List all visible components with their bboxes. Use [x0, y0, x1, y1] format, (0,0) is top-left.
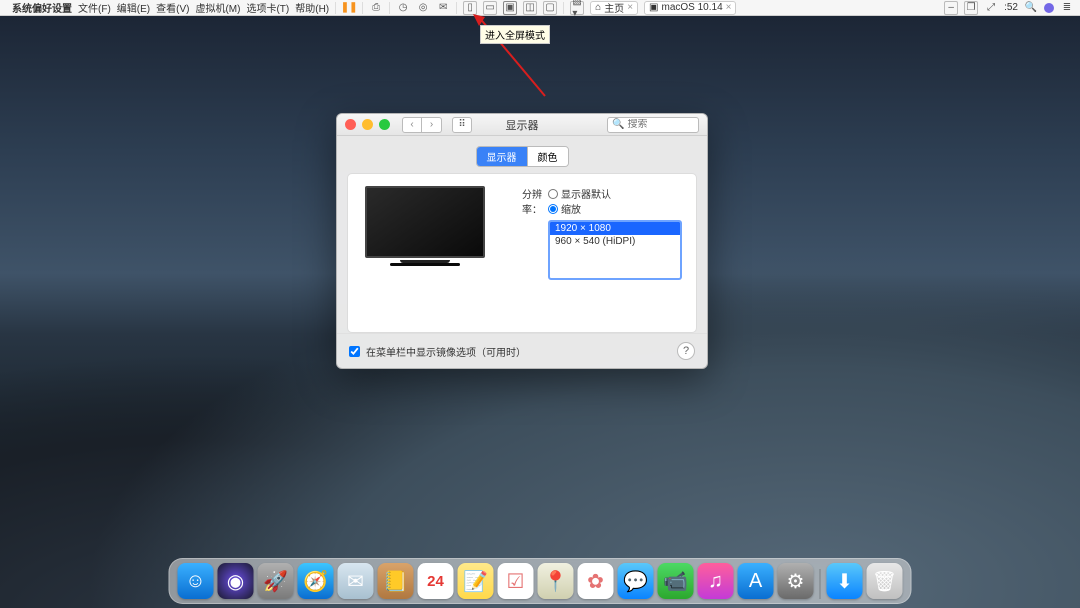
- menu-vm[interactable]: 虚拟机(M): [195, 0, 240, 15]
- back-button[interactable]: ‹: [402, 117, 422, 133]
- fullscreen-icon[interactable]: ▣: [503, 1, 517, 15]
- display-dropdown-icon[interactable]: ▧ ▾: [570, 1, 584, 15]
- help-button[interactable]: ?: [677, 342, 695, 360]
- expand-icon[interactable]: ⤢: [984, 1, 998, 15]
- close-icon[interactable]: ×: [726, 2, 732, 13]
- mirror-checkbox[interactable]: [349, 346, 360, 357]
- layout4-icon[interactable]: ▢: [543, 1, 557, 15]
- resolution-list[interactable]: 1920 × 1080 960 × 540 (HiDPI): [548, 220, 682, 280]
- clock-text: :52: [1004, 2, 1018, 13]
- tab-macos[interactable]: ▣macOS 10.14×: [644, 1, 736, 15]
- search-field[interactable]: 🔍: [607, 117, 699, 133]
- display-pane: 分辨率： 显示器默认 缩放 1920 × 1080 960 × 540 (HiD…: [347, 173, 697, 333]
- dock-photos[interactable]: ✿: [578, 563, 614, 599]
- dock-appstore[interactable]: A: [738, 563, 774, 599]
- tab-home[interactable]: ⌂主页×: [590, 1, 638, 15]
- dock-facetime[interactable]: 📹: [658, 563, 694, 599]
- minimize-window-button[interactable]: [362, 119, 373, 130]
- window-titlebar[interactable]: ‹ › ⠿ 显示器 🔍: [337, 114, 707, 136]
- camera-icon[interactable]: ◎: [416, 1, 430, 15]
- layout1-icon[interactable]: ▯: [463, 1, 477, 15]
- zoom-window-button[interactable]: [379, 119, 390, 130]
- minimize-icon[interactable]: –: [944, 1, 958, 15]
- dock-siri[interactable]: ◉: [218, 563, 254, 599]
- window-footer: 在菜单栏中显示镜像选项（可用时） ?: [337, 333, 707, 368]
- tab-display[interactable]: 显示器: [477, 147, 527, 166]
- vm-icon: ▣: [649, 2, 658, 13]
- dock-itunes[interactable]: ♫: [698, 563, 734, 599]
- show-all-button[interactable]: ⠿: [452, 117, 472, 133]
- radio-default[interactable]: 显示器默认: [548, 186, 682, 201]
- dock-trash[interactable]: 🗑: [867, 563, 903, 599]
- radio-scaled[interactable]: 缩放: [548, 201, 682, 216]
- printer-icon[interactable]: ⎙: [369, 1, 383, 15]
- fullscreen-tooltip: 进入全屏模式: [480, 25, 550, 44]
- system-preferences-window: ‹ › ⠿ 显示器 🔍 显示器 颜色 分辨率： 显示器默认: [336, 113, 708, 369]
- dock-messages[interactable]: 💬: [618, 563, 654, 599]
- chat-icon[interactable]: ✉: [436, 1, 450, 15]
- home-icon: ⌂: [595, 2, 601, 13]
- search-input[interactable]: [627, 119, 694, 130]
- close-window-button[interactable]: [345, 119, 356, 130]
- search-icon[interactable]: 🔍: [1024, 1, 1038, 15]
- status-indicator-icon[interactable]: [1044, 3, 1054, 13]
- tab-color[interactable]: 颜色: [527, 147, 568, 166]
- menu-help[interactable]: 帮助(H): [295, 0, 329, 15]
- pause-icon[interactable]: ❚❚: [342, 1, 356, 15]
- dock-downloads[interactable]: ⬇: [827, 563, 863, 599]
- layout3-icon[interactable]: ◫: [523, 1, 537, 15]
- menu-view[interactable]: 查看(V): [156, 0, 189, 15]
- dock-mail[interactable]: ✉: [338, 563, 374, 599]
- list-icon[interactable]: ≣: [1060, 1, 1074, 15]
- menu-tabs[interactable]: 选项卡(T): [246, 0, 289, 15]
- resolution-option-1920[interactable]: 1920 × 1080: [550, 222, 680, 235]
- dock-maps[interactable]: 📍: [538, 563, 574, 599]
- layout2-icon[interactable]: ▭: [483, 1, 497, 15]
- restore-icon[interactable]: ❐: [964, 1, 978, 15]
- dock-calendar[interactable]: 24: [418, 563, 454, 599]
- dock-launchpad[interactable]: 🚀: [258, 563, 294, 599]
- tab-segment: 显示器 颜色: [476, 146, 569, 167]
- dock-safari[interactable]: 🧭: [298, 563, 334, 599]
- resolution-label: 分辨率：: [504, 186, 542, 216]
- dock-reminders[interactable]: ☑: [498, 563, 534, 599]
- dock-notes[interactable]: 📝: [458, 563, 494, 599]
- clock-icon[interactable]: ◷: [396, 1, 410, 15]
- dock-contacts[interactable]: 📒: [378, 563, 414, 599]
- dock: ☺◉🚀🧭✉📒24📝☑📍✿💬📹♫A⚙ ⬇🗑: [169, 558, 912, 604]
- close-icon[interactable]: ×: [627, 2, 633, 13]
- dock-finder[interactable]: ☺: [178, 563, 214, 599]
- search-icon: 🔍: [612, 119, 624, 130]
- monitor-preview: [365, 186, 485, 266]
- resolution-option-960[interactable]: 960 × 540 (HiDPI): [550, 235, 680, 248]
- window-title: 显示器: [506, 117, 539, 133]
- forward-button[interactable]: ›: [422, 117, 442, 133]
- menu-edit[interactable]: 编辑(E): [117, 0, 150, 15]
- dock-sysprefs[interactable]: ⚙: [778, 563, 814, 599]
- menu-file[interactable]: 文件(F): [78, 0, 111, 15]
- mirror-checkbox-label: 在菜单栏中显示镜像选项（可用时）: [366, 344, 526, 359]
- app-name[interactable]: 系统偏好设置: [12, 0, 72, 15]
